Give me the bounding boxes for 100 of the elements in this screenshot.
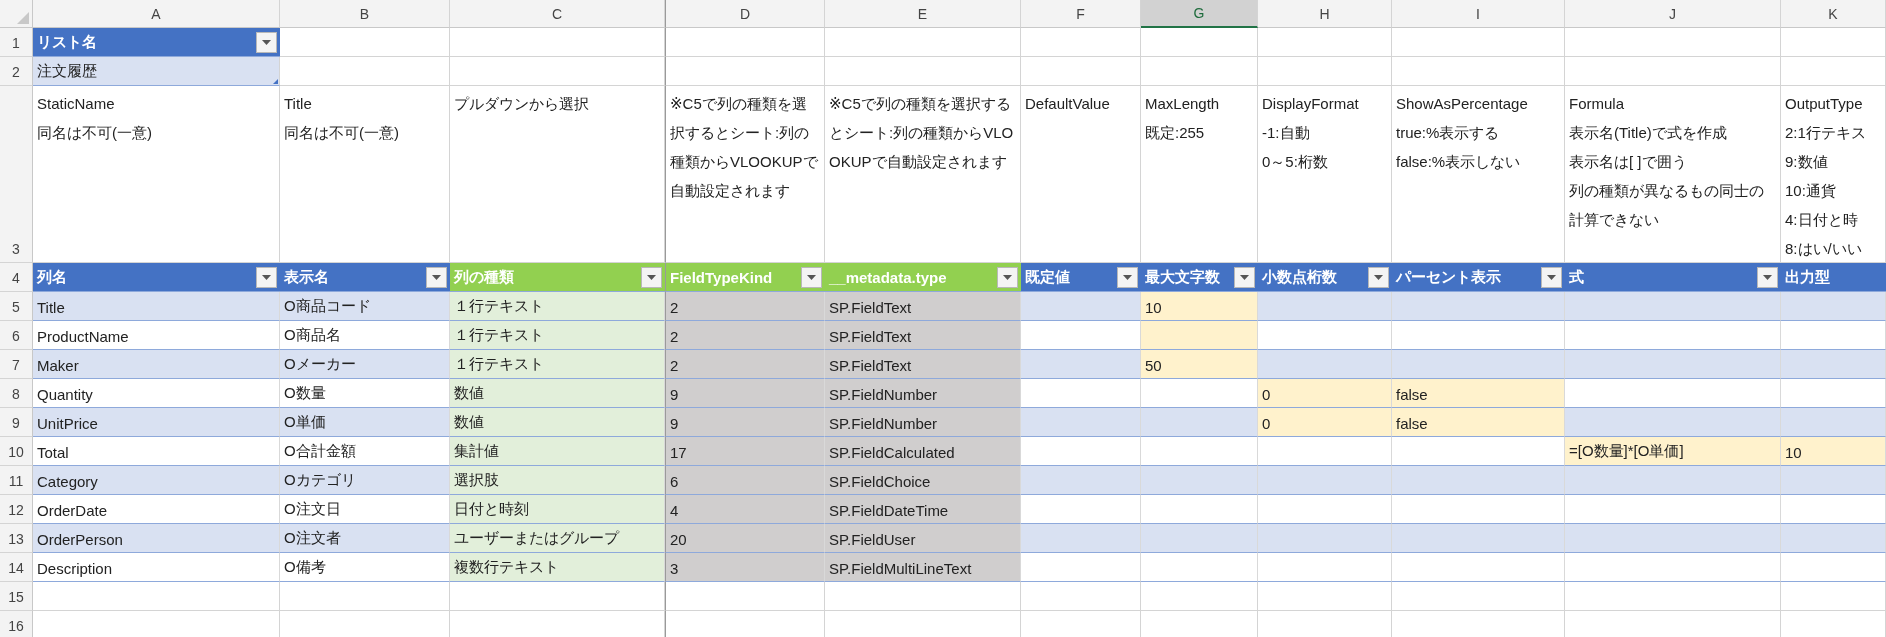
table-cell: 複数行テキスト	[450, 553, 665, 582]
row-header[interactable]: 13	[0, 524, 33, 553]
caret-icon	[1003, 274, 1012, 280]
column-header[interactable]: G	[1141, 0, 1258, 28]
row-header[interactable]: 6	[0, 321, 33, 350]
row-header[interactable]: 8	[0, 379, 33, 408]
table-cell: OrderPerson	[33, 524, 280, 553]
table-cell: １行テキスト	[450, 321, 665, 350]
row-header[interactable]: 4	[0, 263, 33, 292]
table-cell: 2	[665, 350, 825, 379]
table-cell: SP.FieldCalculated	[825, 437, 1021, 466]
table-cell: O合計金額	[280, 437, 450, 466]
note-text: 8:はい/いい	[1785, 239, 1862, 259]
filter-button[interactable]	[801, 266, 822, 288]
table-cell: 9	[665, 408, 825, 437]
note-text: OutputType	[1785, 94, 1863, 114]
note-text: 10:通貨	[1785, 181, 1836, 201]
row-header[interactable]: 14	[0, 553, 33, 582]
table-cell: 50	[1141, 350, 1258, 379]
table-cell: O単価	[280, 408, 450, 437]
filter-button[interactable]	[1117, 266, 1138, 288]
table-cell: OrderDate	[33, 495, 280, 524]
filter-button[interactable]	[1541, 266, 1562, 288]
column-header[interactable]: F	[1021, 0, 1141, 28]
column-header[interactable]: J	[1565, 0, 1781, 28]
note-text: DefaultValue	[1025, 94, 1110, 114]
column-header[interactable]: C	[450, 0, 665, 28]
table-cell: SP.FieldText	[825, 292, 1021, 321]
row-header[interactable]: 10	[0, 437, 33, 466]
table-cell: 10	[1781, 437, 1886, 466]
table-cell: 4	[665, 495, 825, 524]
table-cell: 9	[665, 379, 825, 408]
filter-button[interactable]	[1234, 266, 1255, 288]
note-text: 同名は不可(一意)	[284, 123, 399, 143]
caret-icon	[1547, 274, 1556, 280]
table-cell: SP.FieldUser	[825, 524, 1021, 553]
header-label: 表示名	[284, 267, 329, 287]
table-cell: 集計値	[450, 437, 665, 466]
row-header[interactable]: 3	[0, 86, 33, 263]
note-text: 9:数値	[1785, 152, 1828, 172]
header-label: パーセント表示	[1396, 267, 1501, 287]
table-cell: =[O数量]*[O単価]	[1565, 437, 1781, 466]
table-cell: 2	[665, 292, 825, 321]
column-header[interactable]: D	[665, 0, 825, 28]
column-header[interactable]: I	[1392, 0, 1565, 28]
row-header[interactable]: 11	[0, 466, 33, 495]
table-cell: SP.FieldDateTime	[825, 495, 1021, 524]
row-header[interactable]: 9	[0, 408, 33, 437]
note-text: ※C5で列の種類を選択するとシート:列の種類からVLOOKUPで自動設定されます	[829, 94, 1015, 172]
row-header[interactable]: 5	[0, 292, 33, 321]
table-cell: 2	[665, 321, 825, 350]
note-text: 同名は不可(一意)	[37, 123, 152, 143]
filter-button[interactable]	[997, 266, 1018, 288]
filter-button[interactable]	[1368, 266, 1389, 288]
note-text: Title	[284, 94, 312, 114]
header-label: リスト名	[37, 32, 97, 52]
caret-icon	[262, 274, 271, 280]
column-header[interactable]: E	[825, 0, 1021, 28]
table-cell: Oカテゴリ	[280, 466, 450, 495]
filter-button[interactable]	[641, 266, 662, 288]
table-cell: Oメーカー	[280, 350, 450, 379]
row-header[interactable]: 7	[0, 350, 33, 379]
filter-button[interactable]	[1757, 266, 1778, 288]
row-header[interactable]: 1	[0, 28, 33, 57]
row-header[interactable]: 16	[0, 611, 33, 637]
caret-icon	[1374, 274, 1383, 280]
row-header[interactable]: 2	[0, 57, 33, 86]
row-header[interactable]: 15	[0, 582, 33, 611]
table-cell: 数値	[450, 379, 665, 408]
header-label: 小数点桁数	[1262, 267, 1337, 287]
column-header[interactable]: A	[33, 0, 280, 28]
caret-icon	[1240, 274, 1249, 280]
table-cell: O商品名	[280, 321, 450, 350]
note-text: true:%表示する	[1396, 123, 1500, 143]
table-cell: Description	[33, 553, 280, 582]
table-cell: １行テキスト	[450, 350, 665, 379]
header-label: 列の種類	[454, 267, 514, 287]
column-header[interactable]: K	[1781, 0, 1886, 28]
note-text: false:%表示しない	[1396, 152, 1521, 172]
note-text: 2:1行テキス	[1785, 123, 1866, 143]
caret-icon	[1123, 274, 1132, 280]
column-header[interactable]: H	[1258, 0, 1392, 28]
table-cell: 選択肢	[450, 466, 665, 495]
table-cell: 0	[1258, 408, 1392, 437]
filter-button[interactable]	[256, 31, 277, 53]
note-text: ※C5で列の種類を選択するとシート:列の種類からVLOOKUPで自動設定されます	[670, 94, 819, 201]
filter-button[interactable]	[426, 266, 447, 288]
filter-button[interactable]	[256, 266, 277, 288]
note-text: プルダウンから選択	[454, 94, 589, 114]
column-header[interactable]: B	[280, 0, 450, 28]
resize-handle-icon[interactable]	[273, 79, 278, 84]
note-text: 表示名は[ ]で囲う	[1569, 152, 1687, 172]
header-label: 式	[1569, 267, 1584, 287]
note-text: -1:自動	[1262, 123, 1310, 143]
note-text: StaticName	[37, 94, 115, 114]
row-header[interactable]: 12	[0, 495, 33, 524]
table-cell: Maker	[33, 350, 280, 379]
table-cell: O注文日	[280, 495, 450, 524]
table-cell: ユーザーまたはグループ	[450, 524, 665, 553]
table-cell: SP.FieldText	[825, 321, 1021, 350]
